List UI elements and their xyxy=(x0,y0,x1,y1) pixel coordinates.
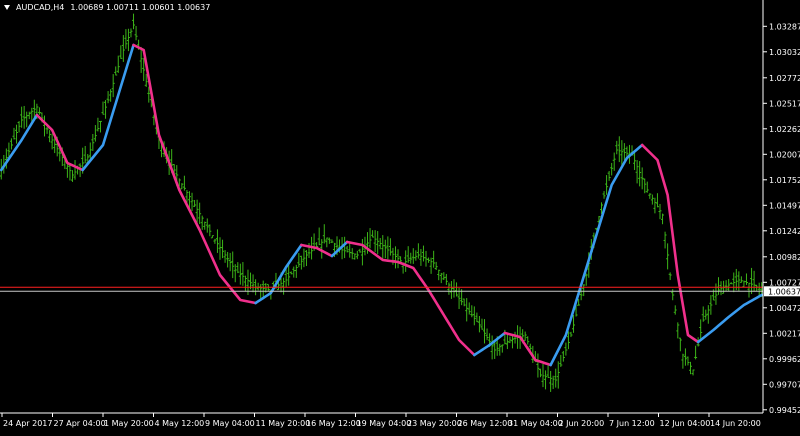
ohlc-values: 1.00689 1.00711 1.00601 1.00637 xyxy=(70,3,211,12)
current-price-text: 1.00637 xyxy=(768,287,800,296)
y-tick-label: 1.03287 xyxy=(769,22,800,31)
price-chart[interactable]: 1.03287 1.03032 1.02772 1.02517 1.02262 1.020… xyxy=(0,0,800,432)
y-tick-label: 1.02772 xyxy=(769,74,800,83)
x-tick-label: 27 Apr 04:00 xyxy=(54,419,106,428)
x-tick-label: 4 May 12:00 xyxy=(155,419,205,428)
x-tick-label: 14 Jun 20:00 xyxy=(710,419,761,428)
x-tick-label: 7 Jun 12:00 xyxy=(609,419,655,428)
x-tick-label: 24 Apr 2017 xyxy=(3,419,52,428)
x-tick-label: 16 May 12:00 xyxy=(306,419,361,428)
x-tick-label: 1 May 20:00 xyxy=(104,419,154,428)
y-tick-label: 1.03032 xyxy=(769,48,800,57)
x-tick-label: 23 May 20:00 xyxy=(407,419,462,428)
y-tick-label: 1.02007 xyxy=(769,150,800,159)
y-tick-label: 1.02517 xyxy=(769,99,800,108)
y-tick-label: 1.01752 xyxy=(769,176,800,185)
chart-window[interactable]: AUDCAD,H4 1.00689 1.00711 1.00601 1.0063… xyxy=(0,0,800,432)
x-tick-label: 12 Jun 04:00 xyxy=(660,419,711,428)
chart-header: AUDCAD,H4 1.00689 1.00711 1.00601 1.0063… xyxy=(4,3,210,12)
y-tick-label: 1.00982 xyxy=(769,253,800,262)
y-tick-label: 0.99707 xyxy=(769,380,800,389)
y-tick-label: 0.99962 xyxy=(769,355,800,364)
y-tick-label: 1.00217 xyxy=(769,329,800,338)
x-tick-label: 11 May 20:00 xyxy=(256,419,311,428)
x-tick-label: 9 May 04:00 xyxy=(205,419,255,428)
x-tick-label: 19 May 04:00 xyxy=(357,419,412,428)
current-price-label: 1.00637 xyxy=(764,286,800,297)
x-tick-label: 31 May 04:00 xyxy=(508,419,563,428)
y-tick-label: 1.01242 xyxy=(769,227,800,236)
y-tick-label: 1.02262 xyxy=(769,125,800,134)
y-tick-label: 1.00727 xyxy=(769,278,800,287)
y-tick-label: 1.01497 xyxy=(769,201,800,210)
y-tick-label: 1.00472 xyxy=(769,304,800,313)
x-tick-label: 2 Jun 20:00 xyxy=(559,419,605,428)
triangle-down-icon[interactable] xyxy=(4,5,10,10)
symbol-label: AUDCAD,H4 xyxy=(16,3,65,12)
y-tick-label: 0.99452 xyxy=(769,406,800,415)
x-tick-label: 26 May 12:00 xyxy=(458,419,513,428)
chart-background xyxy=(0,0,800,432)
